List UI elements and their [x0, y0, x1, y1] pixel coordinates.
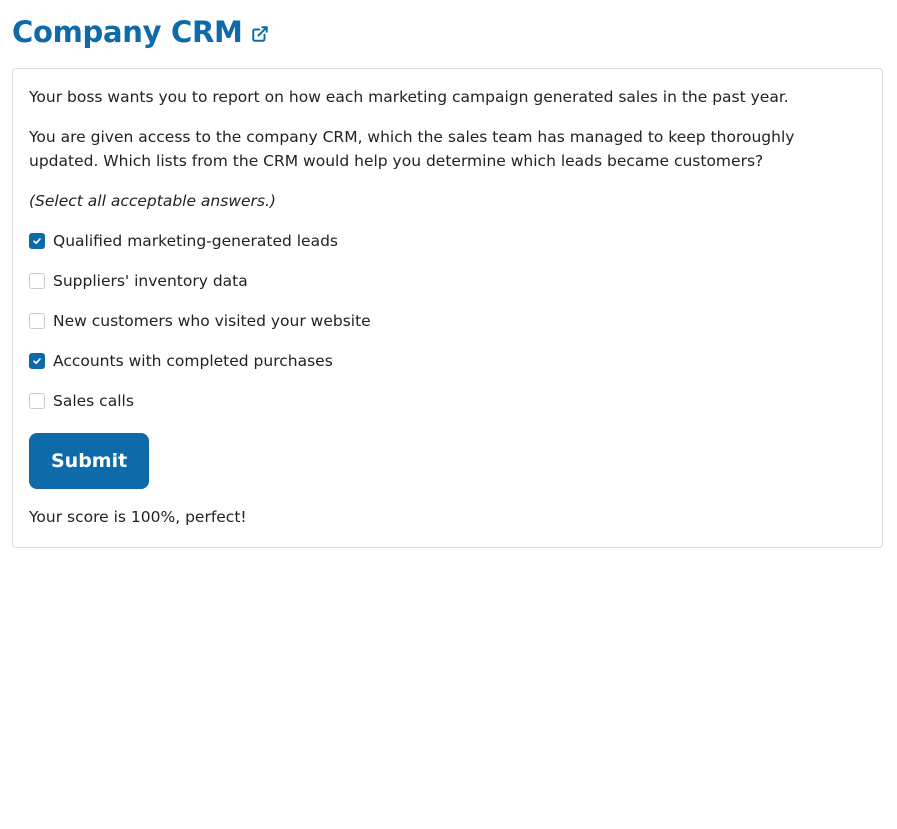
question-prompt: You are given access to the company CRM,…: [29, 128, 795, 170]
checkmark-icon: [33, 358, 41, 365]
checkbox-unchecked[interactable]: [29, 393, 45, 409]
answer-option-label: Qualified marketing-generated leads: [53, 232, 339, 250]
page-title: Company CRM: [12, 15, 243, 49]
question-context: Your boss wants you to report on how eac…: [29, 88, 789, 106]
answer-option-completed-purchases[interactable]: Accounts with completed purchases: [29, 349, 866, 373]
answer-option-qualified-leads[interactable]: Qualified marketing-generated leads: [29, 229, 866, 253]
submit-button[interactable]: Submit: [29, 433, 150, 489]
answer-option-label: Suppliers' inventory data: [53, 272, 248, 290]
page: Company CRM Your boss wants you to repor…: [0, 0, 897, 548]
answer-option-suppliers-inventory[interactable]: Suppliers' inventory data: [29, 269, 866, 293]
answer-options: Qualified marketing-generated leads Supp…: [29, 229, 866, 413]
external-link-icon[interactable]: [249, 23, 271, 45]
checkbox-checked[interactable]: [29, 353, 45, 369]
answer-option-sales-calls[interactable]: Sales calls: [29, 389, 866, 413]
answer-option-new-customers[interactable]: New customers who visited your website: [29, 309, 866, 333]
checkbox-unchecked[interactable]: [29, 273, 45, 289]
title-row: Company CRM: [12, 12, 883, 52]
checkbox-checked[interactable]: [29, 233, 45, 249]
answer-option-label: Sales calls: [53, 392, 134, 410]
checkbox-unchecked[interactable]: [29, 313, 45, 329]
question-card: Your boss wants you to report on how eac…: [12, 68, 883, 548]
question-instruction: (Select all acceptable answers.): [29, 192, 276, 210]
score-message: Your score is 100%, perfect!: [29, 508, 247, 526]
checkmark-icon: [33, 238, 41, 245]
answer-option-label: Accounts with completed purchases: [53, 352, 333, 370]
answer-option-label: New customers who visited your website: [53, 312, 371, 330]
